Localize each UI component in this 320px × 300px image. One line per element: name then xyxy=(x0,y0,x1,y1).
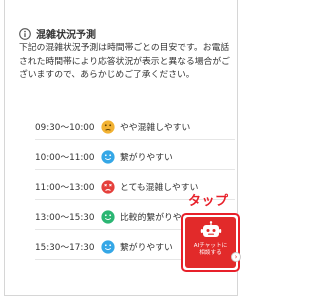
forecast-time: 09:30〜10:00 xyxy=(35,122,95,133)
forecast-row: 11:00〜13:00 とても混雑しやすい xyxy=(35,178,198,194)
chevron-right-icon: › xyxy=(231,252,241,262)
robot-icon xyxy=(200,221,221,237)
section-title: 混雑状況予測 xyxy=(36,30,96,41)
section-description: 下記の混雑状況予測は時間帯ごとの目安です。お電話された時間帯により応答状況が表示… xyxy=(19,43,230,80)
forecast-status: 繋がりやすい xyxy=(120,242,173,253)
section-header: 混雑状況予測 xyxy=(19,26,96,41)
forecast-status: とても混雑しやすい xyxy=(120,182,199,193)
forecast-status: 繋がりやすい xyxy=(120,152,173,163)
row-divider xyxy=(35,139,235,140)
forecast-time: 13:00〜15:30 xyxy=(35,212,95,223)
forecast-time: 11:00〜13:00 xyxy=(35,182,95,193)
ai-chat-button[interactable]: AIチャットに 相談する › xyxy=(181,213,241,272)
smile-face-icon xyxy=(101,149,115,164)
dizzy-face-icon xyxy=(101,179,115,194)
info-icon xyxy=(19,27,31,40)
smile-face-icon xyxy=(101,209,115,224)
forecast-time: 10:00〜11:00 xyxy=(35,152,95,163)
forecast-row: 15:30〜17:30 繋がりやすい xyxy=(35,238,173,254)
tap-annotation: タップ xyxy=(188,194,229,209)
forecast-row: 13:00〜15:30 比較的繋がりやすい xyxy=(35,208,199,224)
forecast-status: やや混雑しやすい xyxy=(120,122,191,133)
forecast-row: 09:30〜10:00 やや混雑しやすい xyxy=(35,118,190,134)
forecast-time: 15:30〜17:30 xyxy=(35,242,95,253)
ai-chat-label: AIチャットに 相談する xyxy=(193,243,228,256)
ai-chat-button-body[interactable]: AIチャットに 相談する › xyxy=(185,217,241,268)
forecast-row: 10:00〜11:00 繋がりやすい xyxy=(35,148,173,164)
row-divider xyxy=(35,169,235,170)
smile-face-icon xyxy=(101,239,115,254)
worried-face-icon xyxy=(101,119,115,134)
